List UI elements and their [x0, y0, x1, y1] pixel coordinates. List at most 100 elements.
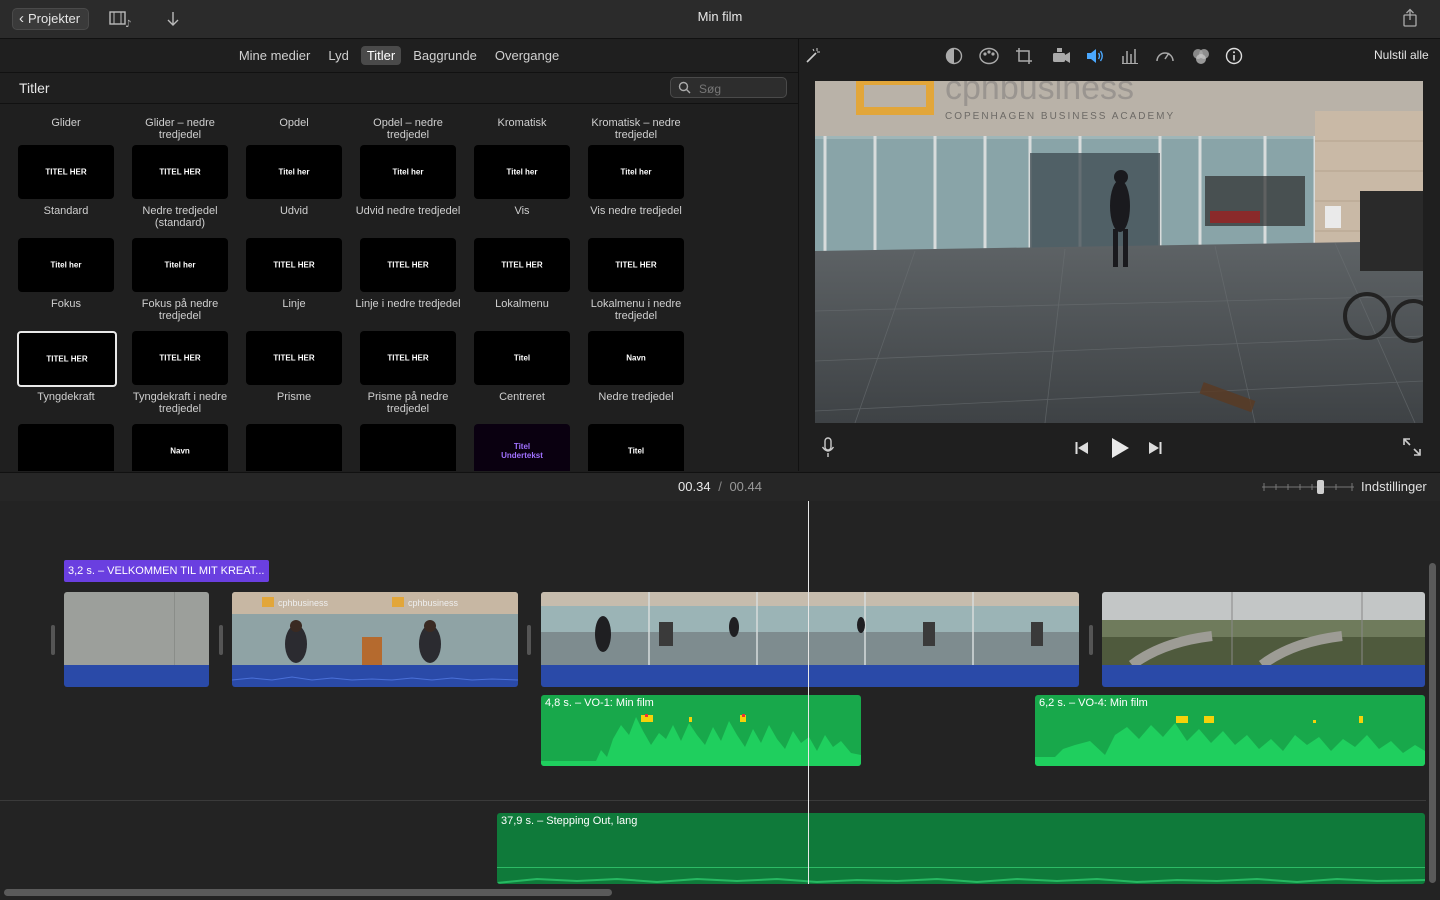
title-template-label: Vis nedre tredjedel	[590, 205, 682, 217]
thumbnail-text: TITEL HER	[615, 260, 657, 270]
speed-icon[interactable]	[1155, 47, 1174, 65]
tab-titles[interactable]: Titler	[360, 46, 402, 65]
tab-audio[interactable]: Lyd	[322, 46, 354, 65]
title-thumbnail: TITEL HER	[588, 238, 684, 292]
thumbnail-text: TITEL HER	[46, 354, 88, 364]
thumbnail-text: Titel her	[164, 260, 196, 270]
playhead[interactable]	[808, 501, 809, 884]
title-template-tile[interactable]: Navn	[123, 424, 237, 471]
fullscreen-icon[interactable]	[1403, 438, 1421, 461]
crop-icon[interactable]	[1015, 47, 1033, 65]
tab-backgrounds[interactable]: Baggrunde	[407, 46, 483, 65]
total-time: 00.44	[729, 479, 762, 494]
title-thumbnail: Titel her	[360, 145, 456, 199]
title-template-label: Standard	[43, 205, 89, 217]
projects-back-label: Projekter	[28, 11, 81, 26]
filter-icon[interactable]	[1191, 47, 1209, 65]
adjustment-bar: Nulstil alle	[799, 39, 1440, 73]
video-clip[interactable]	[541, 592, 1079, 687]
title-thumbnail: Navn	[132, 424, 228, 471]
clip-handle[interactable]	[51, 625, 55, 655]
title-template-label: Linje i nedre tredjedel	[355, 298, 461, 310]
magic-wand-icon[interactable]	[804, 47, 822, 65]
tab-transitions[interactable]: Overgange	[489, 46, 565, 65]
volume-icon[interactable]	[1085, 47, 1103, 65]
color-correction-icon[interactable]	[979, 47, 999, 65]
title-thumbnail	[246, 424, 342, 471]
title-template-label: Udvid nedre tredjedel	[355, 205, 461, 217]
title-thumbnail: TITEL HER	[474, 238, 570, 292]
voiceover-clip[interactable]: 4,8 s. – VO-1: Min film	[541, 695, 861, 766]
title-template-tile[interactable]: Titel Undertekst	[465, 424, 579, 471]
window-title: Min film	[697, 9, 743, 24]
title-template-label: Lokalmenu i nedre tredjedel	[590, 298, 682, 322]
title-template-label: Kromatisk – nedre tredjedel	[591, 117, 681, 141]
zoom-slider[interactable]	[1262, 480, 1354, 494]
music-clip[interactable]: 37,9 s. – Stepping Out, lang	[497, 813, 1425, 884]
thumbnail-text: Titel	[513, 353, 531, 363]
title-thumbnail: TITEL HER	[246, 238, 342, 292]
thumbnail-text: TITEL HER	[45, 167, 87, 177]
projects-back-button[interactable]: ‹ Projekter	[12, 8, 90, 30]
title-template-label: Nedre tredjedel (standard)	[142, 205, 218, 229]
microphone-icon[interactable]	[821, 437, 835, 464]
title-clip-label: 3,2 s. – VELKOMMEN TIL MIT KREAT...	[68, 565, 265, 577]
voiceover-clip[interactable]: 6,2 s. – VO-4: Min film	[1035, 695, 1425, 766]
title-template-label: Opdel – nedre tredjedel	[373, 117, 443, 141]
title-thumbnail: Navn	[588, 331, 684, 385]
browser-tabs: Mine medier Lyd Titler Baggrunde Overgan…	[0, 39, 798, 72]
title-thumbnail: Titel	[474, 331, 570, 385]
thumbnail-text: Titel Undertekst	[501, 442, 543, 460]
title-thumbnail: Titel her	[474, 145, 570, 199]
settings-button[interactable]: Indstillinger	[1361, 479, 1427, 494]
title-thumbnail: TITEL HER	[18, 145, 114, 199]
color-balance-icon[interactable]	[945, 47, 963, 65]
video-clip[interactable]: cphbusiness cphbusiness	[232, 592, 518, 687]
tab-my-media[interactable]: Mine medier	[233, 46, 317, 65]
title-grid: Glider Glider – nedre tredjedel Opdel Opdel…	[0, 103, 798, 471]
thumbnail-text: TITEL HER	[273, 260, 315, 270]
title-template-label: Fokus	[51, 298, 81, 310]
search-input[interactable]	[697, 79, 786, 98]
skip-forward-icon[interactable]	[1147, 440, 1163, 461]
search-field[interactable]	[670, 77, 787, 98]
title-template-tile[interactable]	[9, 424, 123, 471]
title-clip[interactable]: 3,2 s. – VELKOMMEN TIL MIT KREAT...	[64, 560, 269, 582]
thumbnail-text: Titel	[627, 446, 645, 456]
title-thumbnail	[360, 424, 456, 471]
title-template-tile[interactable]	[351, 424, 465, 471]
title-thumbnail: TITEL HER	[360, 331, 456, 385]
title-template-label: Prisme på nedre tredjedel	[367, 391, 449, 415]
play-icon[interactable]	[1110, 437, 1130, 464]
vertical-scrollbar[interactable]	[1429, 563, 1436, 883]
info-icon[interactable]	[1225, 47, 1243, 65]
title-thumbnail: Titel her	[246, 145, 342, 199]
share-icon[interactable]	[1401, 8, 1419, 28]
clip-handle[interactable]	[219, 625, 223, 655]
thumbnail-text: Titel her	[50, 260, 82, 270]
thumbnail-text: Navn	[170, 446, 190, 456]
clip-handle[interactable]	[527, 625, 531, 655]
title-template-label: Kromatisk	[497, 117, 547, 129]
noise-reduction-icon[interactable]	[1121, 47, 1139, 65]
title-template-tile[interactable]: Titel	[579, 424, 693, 471]
thumbnail-text: Navn	[626, 353, 646, 363]
media-sound-icon[interactable]: ♪	[108, 10, 134, 30]
sign-subtext: COPENHAGEN BUSINESS ACADEMY	[945, 111, 1175, 122]
thumbnail-text: Titel her	[278, 167, 310, 177]
horizontal-scrollbar[interactable]	[4, 889, 612, 896]
svg-text:cphbusiness: cphbusiness	[408, 598, 459, 608]
video-clip[interactable]	[64, 592, 209, 687]
clip-handle[interactable]	[1089, 625, 1093, 655]
timecode: 00.34 / 00.44	[640, 479, 800, 494]
video-clip[interactable]	[1102, 592, 1425, 687]
title-thumbnail: Titel her	[18, 238, 114, 292]
import-arrow-icon[interactable]	[165, 10, 181, 28]
title-template-tile[interactable]	[237, 424, 351, 471]
skip-back-icon[interactable]	[1074, 440, 1090, 461]
thumbnail-text: TITEL HER	[159, 353, 201, 363]
reset-all-button[interactable]: Nulstil alle	[1374, 48, 1429, 62]
timeline: 3,2 s. – VELKOMMEN TIL MIT KREAT... cphb…	[0, 501, 1440, 900]
top-toolbar: ‹ Projekter ♪ Min film	[0, 0, 1440, 39]
stabilization-icon[interactable]	[1051, 47, 1070, 65]
